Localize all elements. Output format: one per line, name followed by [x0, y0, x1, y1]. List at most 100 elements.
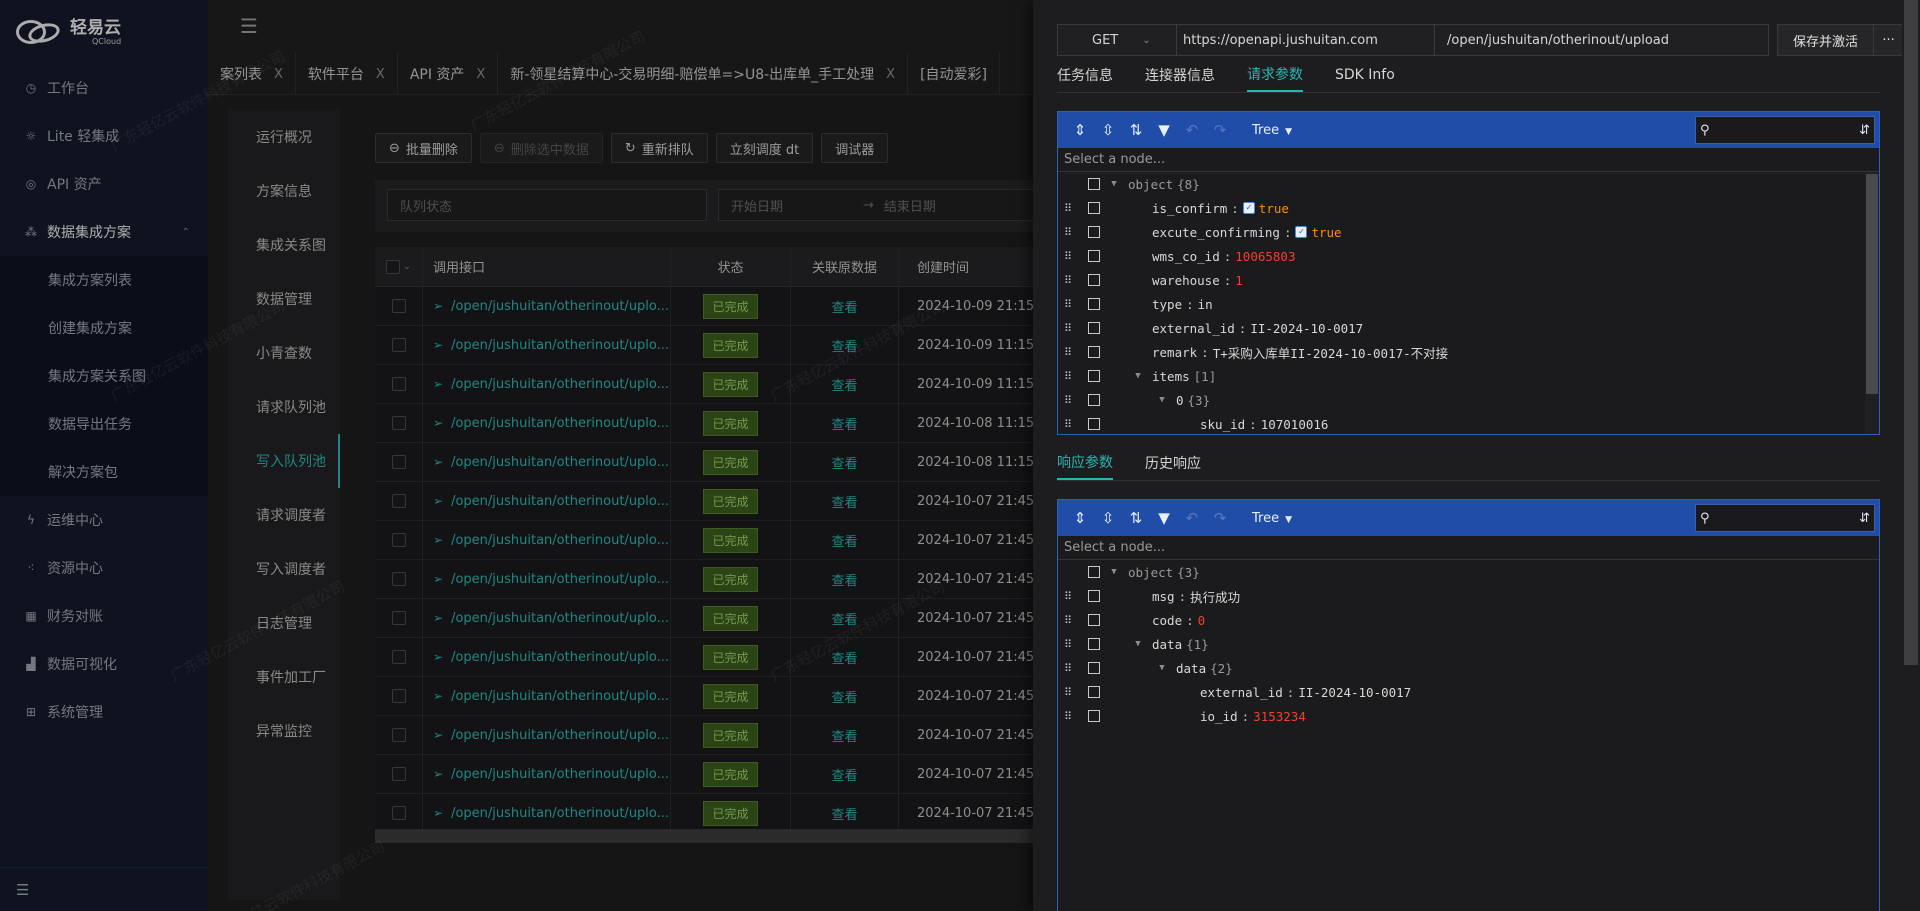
tree-node[interactable]: ⠿ ▼ data {2}	[1058, 656, 1879, 680]
drag-handle-icon[interactable]: ⠿	[1064, 226, 1074, 239]
node-value[interactable]: true	[1311, 225, 1341, 240]
context-menu-icon[interactable]	[1088, 370, 1100, 382]
context-menu-icon[interactable]	[1088, 178, 1100, 190]
checkbox[interactable]	[391, 767, 406, 781]
base-url-input[interactable]: https://openapi.jushuitan.com	[1177, 24, 1435, 56]
date-range-picker[interactable]: 开始日期 → 结束日期	[718, 189, 1038, 221]
tab-history-response[interactable]: 历史响应	[1145, 446, 1201, 480]
tree-node[interactable]: ⠿ type: in	[1058, 292, 1879, 316]
api-cell[interactable]: ➢ /open/jushuitan/otherinout/uplo...	[423, 560, 671, 598]
queue-status-select[interactable]: 队列状态	[387, 189, 707, 221]
tree-node[interactable]: ⠿ external_id: II-2024-10-0017	[1058, 316, 1879, 340]
api-link[interactable]: /open/jushuitan/otherinout/uplo...	[451, 611, 669, 626]
drag-handle-icon[interactable]: ⠿	[1064, 250, 1074, 263]
undo-icon[interactable]: ↶	[1178, 504, 1206, 532]
context-menu-icon[interactable]	[1088, 614, 1100, 626]
api-cell[interactable]: ➢ /open/jushuitan/otherinout/uplo...	[423, 599, 671, 637]
table-row[interactable]: ➢ /open/jushuitan/otherinout/uplo... 已完成 查看…	[375, 560, 1038, 599]
api-cell[interactable]: ➢ /open/jushuitan/otherinout/uplo...	[423, 482, 671, 520]
node-key[interactable]: items	[1152, 369, 1190, 384]
dispatch-now-button[interactable]: 立刻调度 dt	[715, 133, 814, 163]
expand-all-icon[interactable]: ⇕	[1066, 116, 1094, 144]
node-value[interactable]: 1	[1235, 273, 1243, 288]
view-link[interactable]: 查看	[791, 482, 899, 520]
scrollbar-thumb[interactable]	[1904, 0, 1918, 665]
drag-handle-icon[interactable]: ⠿	[1064, 710, 1074, 723]
view-link[interactable]: 查看	[791, 326, 899, 364]
drag-handle-icon[interactable]: ⠿	[1064, 346, 1074, 359]
sidebar-subitem-create[interactable]: 创建集成方案	[0, 304, 208, 352]
node-value[interactable]: 10065803	[1235, 249, 1295, 264]
node-key[interactable]: io_id	[1200, 709, 1238, 724]
drawer-scrollbar[interactable]	[1902, 0, 1920, 911]
sort-icon[interactable]: ⇅	[1122, 504, 1150, 532]
api-cell[interactable]: ➢ /open/jushuitan/otherinout/uplo...	[423, 365, 671, 403]
expand-toggle-icon[interactable]: ▼	[1156, 663, 1168, 673]
api-cell[interactable]: ➢ /open/jushuitan/otherinout/uplo...	[423, 521, 671, 559]
api-link[interactable]: /open/jushuitan/otherinout/uplo...	[451, 572, 669, 587]
subnav-data-query[interactable]: 小青查数	[228, 326, 340, 380]
node-value[interactable]: T+采购入库单II-2024-10-0017-不对接	[1213, 343, 1448, 362]
api-cell[interactable]: ➢ /open/jushuitan/otherinout/uplo...	[423, 716, 671, 754]
view-link[interactable]: 查看	[791, 521, 899, 559]
table-row[interactable]: ➢ /open/jushuitan/otherinout/uplo... 已完成 查看…	[375, 404, 1038, 443]
table-row[interactable]: ➢ /open/jushuitan/otherinout/uplo... 已完成 查看…	[375, 599, 1038, 638]
drag-handle-icon[interactable]: ⠿	[1064, 614, 1074, 627]
collapse-all-icon[interactable]: ⇳	[1094, 504, 1122, 532]
menu-toggle-icon[interactable]: ☰	[240, 14, 258, 38]
api-link[interactable]: /open/jushuitan/otherinout/uplo...	[451, 689, 669, 704]
node-key[interactable]: msg	[1152, 589, 1175, 604]
tree-node[interactable]: ⠿ remark: T+采购入库单II-2024-10-0017-不对接	[1058, 340, 1879, 364]
node-value[interactable]: true	[1259, 201, 1289, 216]
requeue-button[interactable]: ↻ 重新排队	[610, 133, 708, 163]
node-key[interactable]: external_id	[1200, 685, 1283, 700]
table-row[interactable]: ➢ /open/jushuitan/otherinout/uplo... 已完成 查看…	[375, 755, 1038, 794]
save-activate-button[interactable]: 保存并激活	[1777, 24, 1875, 56]
view-link[interactable]: 查看	[791, 365, 899, 403]
node-key[interactable]: is_confirm	[1152, 201, 1227, 216]
node-key[interactable]: external_id	[1152, 321, 1235, 336]
drag-handle-icon[interactable]: ⠿	[1064, 418, 1074, 431]
expand-toggle-icon[interactable]: ▼	[1132, 371, 1144, 381]
api-cell[interactable]: ➢ /open/jushuitan/otherinout/uplo...	[423, 287, 671, 325]
editor-search-input[interactable]: ⚲ ⇵	[1695, 504, 1875, 532]
checkbox[interactable]	[391, 611, 406, 625]
row-checkbox[interactable]	[375, 716, 423, 754]
row-checkbox[interactable]	[375, 521, 423, 559]
tab-sdk-info[interactable]: SDK Info	[1335, 58, 1395, 92]
checkbox[interactable]	[391, 533, 406, 547]
context-menu-icon[interactable]	[1088, 298, 1100, 310]
expand-all-icon[interactable]: ⇕	[1066, 504, 1094, 532]
context-menu-icon[interactable]	[1088, 322, 1100, 334]
search-nav-icon[interactable]: ⇵	[1859, 511, 1870, 526]
checkbox[interactable]	[391, 728, 406, 742]
table-row[interactable]: ➢ /open/jushuitan/otherinout/uplo... 已完成 查看…	[375, 716, 1038, 755]
node-value[interactable]: 3153234	[1253, 709, 1306, 724]
api-link[interactable]: /open/jushuitan/otherinout/uplo...	[451, 416, 669, 431]
subnav-request-scheduler[interactable]: 请求调度者	[228, 488, 340, 542]
drag-handle-icon[interactable]: ⠿	[1064, 590, 1074, 603]
sidebar-item-lite[interactable]: ☼ Lite 轻集成	[0, 112, 208, 160]
node-value[interactable]: 0	[1198, 613, 1206, 628]
api-link[interactable]: /open/jushuitan/otherinout/uplo...	[451, 728, 669, 743]
drag-handle-icon[interactable]: ⠿	[1064, 202, 1074, 215]
tree-node[interactable]: ⠿ code:0	[1058, 608, 1879, 632]
tab-software-platform[interactable]: 软件平台 X	[296, 53, 398, 94]
view-link[interactable]: 查看	[791, 443, 899, 481]
sidebar-item-resources[interactable]: ⁖ 资源中心	[0, 544, 208, 592]
node-key[interactable]: wms_co_id	[1152, 249, 1220, 264]
context-menu-icon[interactable]	[1088, 394, 1100, 406]
sidebar-subitem-solutions[interactable]: 解决方案包	[0, 448, 208, 496]
row-checkbox[interactable]	[375, 287, 423, 325]
subnav-write-scheduler[interactable]: 写入调度者	[228, 542, 340, 596]
editor-search-input[interactable]: ⚲ ⇵	[1695, 116, 1875, 144]
sidebar-item-integration[interactable]: ⁂ 数据集成方案 ⌃	[0, 208, 208, 256]
node-value[interactable]: 执行成功	[1190, 587, 1240, 606]
drag-handle-icon[interactable]: ⠿	[1064, 298, 1074, 311]
checkbox[interactable]	[391, 572, 406, 586]
scrollbar-thumb[interactable]	[1866, 174, 1878, 394]
sidebar-item-api-assets[interactable]: ◎ API 资产	[0, 160, 208, 208]
node-key[interactable]: remark	[1152, 345, 1197, 360]
drag-handle-icon[interactable]: ⠿	[1064, 394, 1074, 407]
sidebar-item-ops[interactable]: ϟ 运维中心	[0, 496, 208, 544]
